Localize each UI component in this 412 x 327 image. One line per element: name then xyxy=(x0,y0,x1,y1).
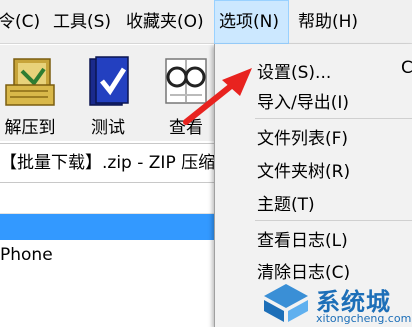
selected-row[interactable] xyxy=(0,214,230,240)
menu-help[interactable]: 帮助(H) xyxy=(298,0,358,44)
menu-separator xyxy=(255,220,412,221)
menu-item-settings[interactable]: 设置(S)... xyxy=(257,58,331,83)
watermark: 系统城 xitongcheng.com xyxy=(258,280,412,327)
watermark-url: xitongcheng.com xyxy=(316,312,412,325)
list-item-phone[interactable]: Phone xyxy=(0,242,53,268)
extract-to-label: 解压到 xyxy=(4,118,56,138)
path-text: 【批量下载】.zip - ZIP 压缩文 xyxy=(0,153,233,173)
menu-item-file-list[interactable]: 文件列表(F) xyxy=(257,124,348,149)
menu-commands[interactable]: 令(C) xyxy=(0,0,40,44)
menu-item-folder-tree[interactable]: 文件夹树(R) xyxy=(257,157,350,182)
extract-to-icon xyxy=(5,58,55,106)
extract-to-button[interactable]: 解压到 xyxy=(0,47,70,139)
menu-options[interactable]: 选项(N) xyxy=(214,0,289,44)
test-button[interactable]: 测试 xyxy=(68,47,148,139)
menu-tools[interactable]: 工具(S) xyxy=(53,0,111,44)
view-icon xyxy=(165,58,207,104)
watermark-logo-icon xyxy=(264,284,308,322)
menu-item-theme[interactable]: 主题(T) xyxy=(257,190,315,215)
menu-item-import-export[interactable]: 导入/导出(I) xyxy=(257,88,349,113)
menu-bar: 令(C) 工具(S) 收藏夹(O) 选项(N) 帮助(H) xyxy=(0,0,412,44)
settings-shortcut: Ct xyxy=(401,58,412,78)
test-label: 测试 xyxy=(91,118,125,138)
menu-favorites[interactable]: 收藏夹(O) xyxy=(126,0,204,44)
menu-separator xyxy=(255,118,412,119)
menu-item-view-log[interactable]: 查看日志(L) xyxy=(257,226,348,251)
test-icon xyxy=(89,56,129,106)
